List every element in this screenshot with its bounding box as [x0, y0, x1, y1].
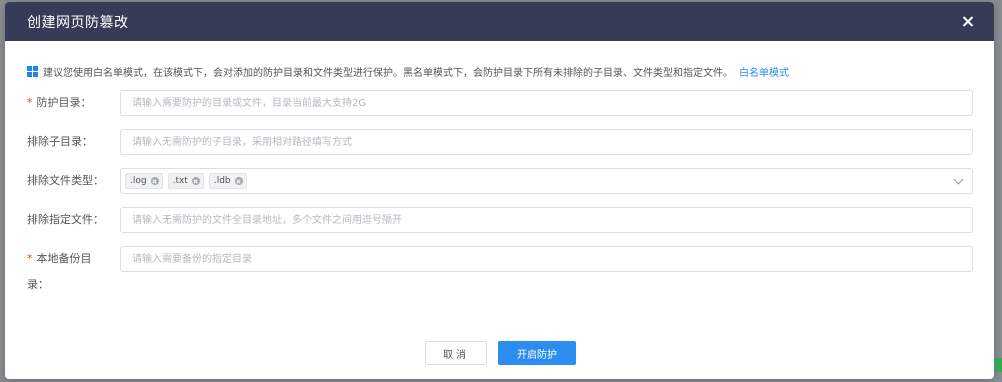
- protect-dir-label: * 防护目录：: [27, 96, 92, 109]
- required-mark: *: [27, 96, 33, 109]
- exclude-filetypes-label: 排除文件类型：: [27, 174, 104, 187]
- backup-dir-label: * 本地备份目 录：: [27, 252, 92, 291]
- exclude-subdir-input[interactable]: [120, 129, 973, 155]
- dialog-header: 创建网页防篡改: [5, 2, 994, 41]
- form-row-exclude-subdir: 排除子目录：: [27, 129, 973, 155]
- exclude-filetypes-select[interactable]: .log .txt .ldb: [120, 168, 973, 194]
- form-row-exclude-files: 排除指定文件：: [27, 207, 973, 233]
- cancel-button[interactable]: 取消: [425, 341, 487, 365]
- filetype-tag: .log: [125, 173, 163, 189]
- filetype-tag: .txt: [167, 173, 204, 189]
- required-mark: *: [27, 252, 33, 265]
- form-row-protect-dir: * 防护目录：: [27, 90, 973, 116]
- tag-remove-icon[interactable]: [191, 177, 200, 185]
- windows-icon: [27, 66, 38, 77]
- form-row-exclude-filetypes: 排除文件类型： .log .txt .ldb: [27, 168, 973, 194]
- form-row-backup-dir: * 本地备份目 录：: [27, 246, 973, 298]
- background-edge-badge: [994, 358, 1002, 372]
- exclude-subdir-label: 排除子目录：: [27, 135, 93, 148]
- whitelist-mode-link[interactable]: 白名单模式: [739, 64, 789, 79]
- protect-dir-input[interactable]: [120, 90, 973, 116]
- filetype-tag: .ldb: [208, 173, 247, 189]
- tag-remove-icon[interactable]: [150, 177, 159, 185]
- tag-remove-icon[interactable]: [234, 177, 243, 185]
- close-icon[interactable]: [960, 14, 976, 30]
- tip-text: 建议您使用白名单模式，在该模式下，会对添加的防护目录和文件类型进行保护。黑名单模…: [43, 68, 733, 79]
- dialog-title: 创建网页防篡改: [27, 14, 129, 31]
- enable-protection-button[interactable]: 开启防护: [498, 341, 576, 365]
- tip-notice: 建议您使用白名单模式，在该模式下，会对添加的防护目录和文件类型进行保护。黑名单模…: [27, 64, 789, 79]
- backup-dir-input[interactable]: [120, 246, 973, 272]
- exclude-files-label: 排除指定文件：: [27, 213, 104, 226]
- create-tamper-protection-dialog: 创建网页防篡改 建议您使用白名单模式，在该模式下，会对添加的防护目录和文件类型进…: [5, 2, 994, 379]
- exclude-files-input[interactable]: [120, 207, 973, 233]
